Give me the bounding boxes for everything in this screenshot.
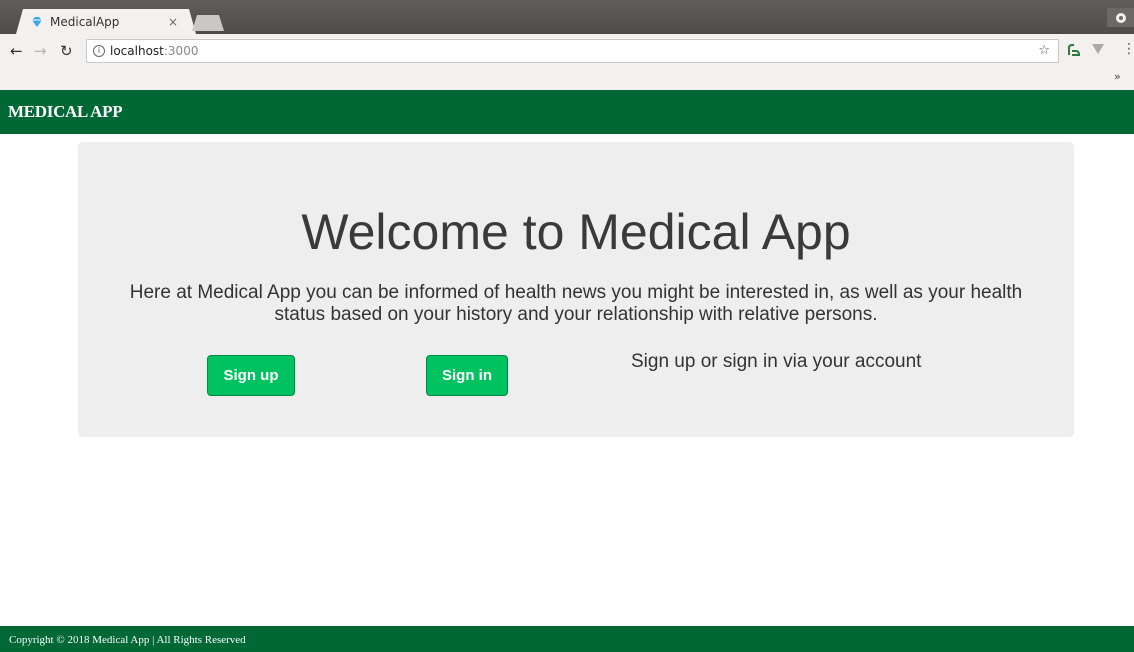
extension-icon[interactable] (1066, 42, 1082, 58)
tab-strip: MedicalApp × (0, 0, 1134, 34)
browser-chrome: MedicalApp × ← → ↻ i localhost :3000 ☆ ⋮… (0, 0, 1134, 90)
user-icon (1115, 12, 1126, 23)
brand-logo-text[interactable]: MEDICAL APP (8, 102, 123, 122)
info-icon[interactable]: i (93, 45, 105, 57)
url-port: :3000 (163, 44, 199, 58)
arrow-right-icon[interactable]: → (34, 42, 47, 60)
profile-button[interactable] (1107, 8, 1134, 27)
kebab-menu-icon[interactable]: ⋮ (1122, 41, 1134, 57)
footer: Copyright © 2018 Medical App | All Right… (0, 626, 1134, 652)
browser-tab-medicalapp[interactable]: MedicalApp × (16, 9, 196, 34)
new-tab-button[interactable] (192, 15, 224, 31)
diamond-icon (32, 16, 42, 27)
star-icon[interactable]: ☆ (1038, 43, 1050, 58)
sign-in-hint: Sign up or sign in via your account (631, 351, 922, 372)
navbar: MEDICAL APP (0, 90, 1134, 134)
reload-icon[interactable]: ↻ (60, 42, 73, 60)
arrow-left-icon[interactable]: ← (10, 42, 23, 60)
bookmarks-overflow-icon[interactable]: » (1114, 70, 1121, 83)
browser-toolbar: ← → ↻ i localhost :3000 ☆ ⋮ (0, 34, 1134, 68)
sign-up-button[interactable]: Sign up (207, 355, 295, 396)
intro-text: Here at Medical App you can be informed … (129, 282, 1023, 325)
address-bar[interactable]: i localhost :3000 ☆ (86, 39, 1059, 63)
url-host: localhost (110, 44, 164, 58)
welcome-jumbotron: Welcome to Medical App Here at Medical A… (78, 142, 1074, 437)
close-icon[interactable]: × (168, 15, 178, 29)
copyright-text: Copyright © 2018 Medical App | All Right… (9, 634, 246, 646)
vue-devtools-icon[interactable] (1092, 44, 1104, 54)
tab-title: MedicalApp (50, 14, 120, 29)
sign-in-button[interactable]: Sign in (426, 355, 508, 396)
page-title: Welcome to Medical App (301, 204, 851, 260)
